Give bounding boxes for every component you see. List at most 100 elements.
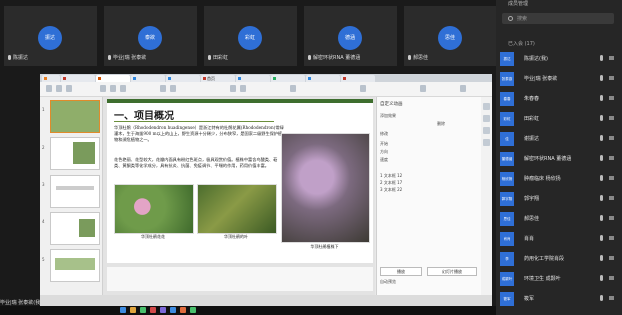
camera-icon[interactable]	[609, 236, 614, 240]
app-icon[interactable]	[140, 307, 146, 313]
mic-icon[interactable]	[600, 135, 603, 141]
participant-row[interactable]: 肖肖 肖肖	[496, 230, 622, 248]
participant-row[interactable]: 杨欣扬 肿瘤临床 杨欣扬	[496, 170, 622, 188]
slide-thumbnail[interactable]	[50, 137, 100, 170]
camera-icon[interactable]	[609, 116, 614, 120]
mic-icon[interactable]	[600, 255, 603, 261]
tab[interactable]	[61, 75, 95, 82]
mic-icon[interactable]	[600, 195, 603, 201]
participant-row[interactable]: 董德涵 解密环状RNA 董德涵	[496, 150, 622, 168]
participant-row[interactable]: 振达 陈振达(我)	[496, 50, 622, 68]
toolbar-icon[interactable]	[230, 85, 236, 92]
video-tile[interactable]: 德涵 解密环状RNA 董德涵	[304, 6, 397, 66]
mic-icon[interactable]	[600, 275, 603, 281]
participant-row[interactable]: 张泰欲 毕业|瑞 张泰欲	[496, 70, 622, 88]
participant-row[interactable]: 筱军 筱军	[496, 290, 622, 308]
slide-thumbnail[interactable]	[50, 212, 100, 245]
slide-thumbnail[interactable]	[50, 249, 100, 282]
camera-icon[interactable]	[609, 216, 614, 220]
toolbar-icon[interactable]	[100, 85, 106, 92]
mic-icon[interactable]	[600, 95, 603, 101]
participant-row[interactable]: 春春 朱春春	[496, 90, 622, 108]
joined-count[interactable]: 已入会 (17)	[508, 40, 535, 47]
play-button[interactable]: 播放	[380, 267, 422, 276]
camera-icon[interactable]	[609, 276, 614, 280]
mic-icon[interactable]	[600, 155, 603, 161]
app-icon[interactable]	[180, 307, 186, 313]
toolbar-icon[interactable]	[120, 85, 126, 92]
mic-icon[interactable]	[600, 215, 603, 221]
slideshow-button[interactable]: 幻灯片播放	[427, 267, 477, 276]
app-icon[interactable]	[120, 307, 126, 313]
tab[interactable]: 首页	[201, 75, 235, 82]
mic-icon[interactable]	[600, 115, 603, 121]
toolbar-icon[interactable]	[290, 85, 296, 92]
app-icon[interactable]	[130, 307, 136, 313]
tab[interactable]	[42, 75, 60, 82]
tool-icon[interactable]	[483, 127, 490, 134]
tab[interactable]	[306, 75, 340, 82]
mic-icon[interactable]	[600, 75, 603, 81]
toolbar-icon[interactable]	[46, 85, 52, 92]
tab[interactable]	[341, 75, 375, 82]
app-icon[interactable]	[150, 307, 156, 313]
toolbar-icon[interactable]	[240, 85, 246, 92]
participant-row[interactable]: 彩虹 田彩虹	[496, 110, 622, 128]
tab[interactable]	[271, 75, 305, 82]
participant-row[interactable]: 成颢叶 环境卫生 成颢叶	[496, 270, 622, 288]
tab-active[interactable]	[96, 75, 130, 82]
autopreview-checkbox[interactable]: 自动预览	[380, 279, 396, 285]
pane-start[interactable]: 开始	[380, 141, 388, 147]
video-tile[interactable]: 思佳 郝思佳	[404, 6, 497, 66]
camera-icon[interactable]	[609, 196, 614, 200]
video-tile[interactable]: 彩虹 田彩虹	[204, 6, 297, 66]
animation-item[interactable]: 2 文本框 17	[380, 180, 402, 186]
toolbar-icon[interactable]	[360, 85, 366, 92]
pane-direction[interactable]: 方向	[380, 149, 388, 155]
camera-icon[interactable]	[609, 56, 614, 60]
participant-row[interactable]: 李 药用化工学院肖段	[496, 250, 622, 268]
app-icon[interactable]	[190, 307, 196, 313]
tab[interactable]	[166, 75, 200, 82]
camera-icon[interactable]	[609, 176, 614, 180]
video-tile[interactable]: 振达 陈振达	[4, 6, 97, 66]
camera-icon[interactable]	[609, 296, 614, 300]
toolbar-icon[interactable]	[66, 85, 72, 92]
video-tile[interactable]: 泰欲 毕业|瑞 张泰欲	[104, 6, 197, 66]
toolbar-icon[interactable]	[160, 85, 166, 92]
pane-add-effect[interactable]: 添加效果	[380, 113, 396, 119]
toolbar-icon[interactable]	[460, 85, 466, 92]
camera-icon[interactable]	[609, 136, 614, 140]
camera-icon[interactable]	[609, 256, 614, 260]
tool-icon[interactable]	[483, 103, 490, 110]
app-icon[interactable]	[160, 307, 166, 313]
toolbar-icon[interactable]	[170, 85, 176, 92]
tool-icon[interactable]	[483, 139, 490, 146]
slide-thumbnail[interactable]	[50, 100, 100, 133]
animation-item[interactable]: 1 文本框 12	[380, 173, 402, 179]
slide-canvas[interactable]: 一、项目概况 华顶杜鹃（Rhododendron huadingense）是浙江…	[107, 99, 373, 263]
pane-delete[interactable]: 删除	[437, 121, 445, 127]
mic-icon[interactable]	[600, 295, 603, 301]
pane-modify[interactable]: 修改	[380, 131, 388, 137]
toolbar-icon[interactable]	[420, 85, 426, 92]
mic-icon[interactable]	[600, 175, 603, 181]
search-input[interactable]: 搜索	[502, 13, 614, 24]
slide-thumbnail[interactable]	[50, 175, 100, 208]
notes-area[interactable]	[107, 267, 373, 291]
participant-row[interactable]: 思佳 郝思佳	[496, 210, 622, 228]
toolbar-icon[interactable]	[56, 85, 62, 92]
app-icon[interactable]	[170, 307, 176, 313]
tool-icon[interactable]	[483, 115, 490, 122]
tab[interactable]	[236, 75, 270, 82]
participant-row[interactable]: 郭宇翔 郭宇翔	[496, 190, 622, 208]
camera-icon[interactable]	[609, 156, 614, 160]
participant-row[interactable]: 佳 谢振达	[496, 130, 622, 148]
mic-icon[interactable]	[600, 235, 603, 241]
camera-icon[interactable]	[609, 96, 614, 100]
toolbar-icon[interactable]	[110, 85, 116, 92]
pane-speed[interactable]: 速度	[380, 157, 388, 163]
mic-icon[interactable]	[600, 55, 603, 61]
tab[interactable]	[131, 75, 165, 82]
camera-icon[interactable]	[609, 76, 614, 80]
